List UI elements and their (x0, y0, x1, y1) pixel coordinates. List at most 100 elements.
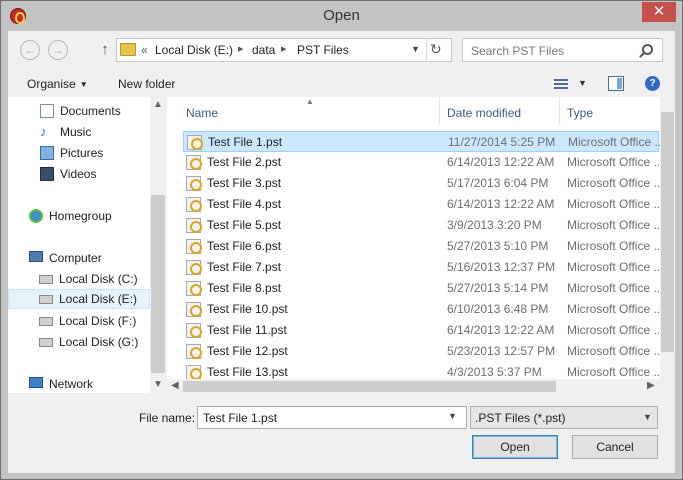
nav-item-local-disk-f[interactable]: Local Disk (F:) (8, 311, 150, 331)
drive-icon (39, 317, 53, 326)
file-row[interactable]: Test File 11.pst 6/14/2013 12:22 AM Micr… (183, 320, 660, 341)
nav-item-label: Local Disk (F:) (59, 314, 137, 328)
file-name: Test File 2.pst (207, 155, 282, 169)
file-name: Test File 6.pst (207, 239, 282, 253)
address-bar[interactable]: « Local Disk (E:) ▸ data ▸ PST Files ▼ ↻ (116, 38, 452, 62)
file-type: Microsoft Office .. (567, 365, 660, 379)
view-options-dropdown-icon[interactable]: ▼ (578, 78, 587, 88)
file-type: Microsoft Office .. (567, 155, 660, 169)
nav-item-homegroup[interactable]: Homegroup (8, 206, 150, 226)
scrollbar-thumb[interactable] (661, 112, 674, 352)
pst-file-icon (186, 260, 202, 275)
file-row[interactable]: Test File 2.pst 6/14/2013 12:22 AM Micro… (183, 152, 660, 173)
pst-file-icon (186, 197, 202, 212)
scroll-up-icon[interactable]: ▲ (153, 99, 163, 110)
breadcrumb-local-disk-e[interactable]: Local Disk (E:) (155, 43, 233, 57)
file-row[interactable]: Test File 10.pst 6/10/2013 6:48 PM Micro… (183, 299, 660, 320)
pst-file-icon (186, 239, 202, 254)
title-bar[interactable]: Open ✕ (1, 1, 682, 31)
breadcrumb-separator-icon[interactable]: ▸ (281, 42, 287, 55)
file-name-dropdown-icon[interactable]: ▼ (448, 411, 457, 421)
nav-item-videos[interactable]: Videos (8, 164, 150, 184)
organise-button[interactable]: Organise ▼ (27, 77, 88, 91)
nav-item-label: Local Disk (C:) (59, 272, 138, 286)
column-header-name[interactable]: Name (179, 97, 439, 127)
file-row[interactable]: Test File 6.pst 5/27/2013 5:10 PM Micros… (183, 236, 660, 257)
file-date: 5/16/2013 12:37 PM (447, 260, 556, 274)
nav-item-label: Documents (60, 104, 121, 118)
search-icon[interactable] (642, 44, 653, 55)
breadcrumb-data[interactable]: data (252, 43, 275, 57)
new-folder-button[interactable]: New folder (118, 77, 175, 91)
help-icon[interactable]: ? (645, 76, 660, 91)
up-button[interactable]: ↑ (95, 39, 115, 61)
file-date: 4/3/2013 5:37 PM (447, 365, 542, 379)
breadcrumb-separator-icon[interactable]: ▸ (238, 42, 244, 55)
file-row[interactable]: Test File 7.pst 5/16/2013 12:37 PM Micro… (183, 257, 660, 278)
file-row[interactable]: Test File 3.pst 5/17/2013 6:04 PM Micros… (183, 173, 660, 194)
view-options-icon[interactable] (554, 78, 568, 90)
nav-item-pictures[interactable]: Pictures (8, 143, 150, 163)
breadcrumb-pst-files[interactable]: PST Files (297, 43, 349, 57)
search-input[interactable]: Search PST Files (471, 44, 564, 58)
nav-item-label: Homegroup (49, 209, 112, 223)
file-name: Test File 1.pst (208, 135, 283, 149)
back-button[interactable]: ← (20, 40, 40, 60)
nav-item-local-disk-g[interactable]: Local Disk (G:) (8, 332, 150, 352)
pst-file-icon (186, 344, 202, 359)
file-type-filter-select[interactable]: .PST Files (*.pst) ▼ (470, 406, 658, 429)
up-arrow-icon: ↑ (101, 41, 109, 58)
column-header-date-modified[interactable]: Date modified (440, 97, 560, 127)
back-arrow-icon: ← (24, 43, 36, 57)
file-name: Test File 10.pst (207, 302, 288, 316)
breadcrumb-overflow[interactable]: « (141, 43, 148, 57)
file-row[interactable]: Test File 13.pst 4/3/2013 5:37 PM Micros… (183, 362, 660, 379)
file-list: ▲ Name Date modified Type Test File 1.ps… (167, 97, 660, 379)
scrollbar-thumb[interactable] (183, 381, 556, 392)
dialog-client: ← → ↑ « Local Disk (E:) ▸ data ▸ PST Fil… (8, 31, 675, 473)
nav-item-local-disk-e[interactable]: Local Disk (E:) (8, 289, 150, 309)
forward-button[interactable]: → (48, 40, 68, 60)
navpane-scrollbar[interactable]: ▲ ▼ (150, 97, 166, 393)
file-row[interactable]: Test File 5.pst 3/9/2013 3:20 PM Microso… (183, 215, 660, 236)
address-divider (426, 39, 427, 61)
organise-label: Organise (27, 77, 76, 91)
file-row[interactable]: Test File 12.pst 5/23/2013 12:57 PM Micr… (183, 341, 660, 362)
pst-file-icon (186, 176, 202, 191)
drive-c-icon (39, 275, 53, 284)
scroll-left-icon[interactable]: ◀ (171, 380, 179, 391)
column-header-label: Date modified (447, 106, 522, 120)
file-name-input[interactable] (197, 406, 467, 429)
nav-item-local-disk-c[interactable]: Local Disk (C:) (8, 269, 150, 289)
scroll-down-icon[interactable]: ▼ (153, 379, 163, 390)
refresh-icon[interactable]: ↻ (430, 41, 442, 58)
file-name: Test File 5.pst (207, 218, 282, 232)
nav-item-documents[interactable]: Documents (8, 101, 150, 121)
preview-pane-icon[interactable] (608, 76, 624, 91)
pst-file-icon (187, 135, 203, 150)
homegroup-icon (29, 209, 43, 223)
videos-icon (40, 167, 54, 181)
scrollbar-thumb[interactable] (151, 195, 165, 373)
open-button[interactable]: Open (472, 435, 558, 459)
cancel-button[interactable]: Cancel (572, 435, 658, 459)
file-name: Test File 11.pst (207, 323, 287, 337)
file-type: Microsoft Office .. (567, 176, 660, 190)
file-row[interactable]: Test File 8.pst 5/27/2013 5:14 PM Micros… (183, 278, 660, 299)
file-list-vertical-scrollbar[interactable] (660, 97, 675, 379)
open-dialog: Open ✕ ← → ↑ « Local Disk (E:) ▸ data ▸ … (0, 0, 683, 480)
scroll-right-icon[interactable]: ▶ (647, 380, 655, 391)
nav-item-label: Videos (60, 167, 97, 181)
nav-item-computer[interactable]: Computer (8, 248, 150, 268)
nav-item-music[interactable]: ♪ Music (8, 122, 150, 142)
search-box[interactable]: Search PST Files (462, 38, 663, 62)
column-header-label: Name (186, 106, 219, 120)
nav-item-network[interactable]: Network (8, 374, 150, 393)
file-row[interactable]: Test File 4.pst 6/14/2013 12:22 AM Micro… (183, 194, 660, 215)
folder-icon (120, 43, 136, 56)
close-button[interactable]: ✕ (642, 2, 676, 22)
file-row[interactable]: Test File 1.pst 11/27/2014 5:25 PM Micro… (183, 131, 660, 152)
file-list-horizontal-scrollbar[interactable]: ◀ ▶ (167, 379, 660, 394)
address-history-dropdown-icon[interactable]: ▼ (411, 44, 420, 54)
column-header-type[interactable]: Type (560, 97, 660, 127)
